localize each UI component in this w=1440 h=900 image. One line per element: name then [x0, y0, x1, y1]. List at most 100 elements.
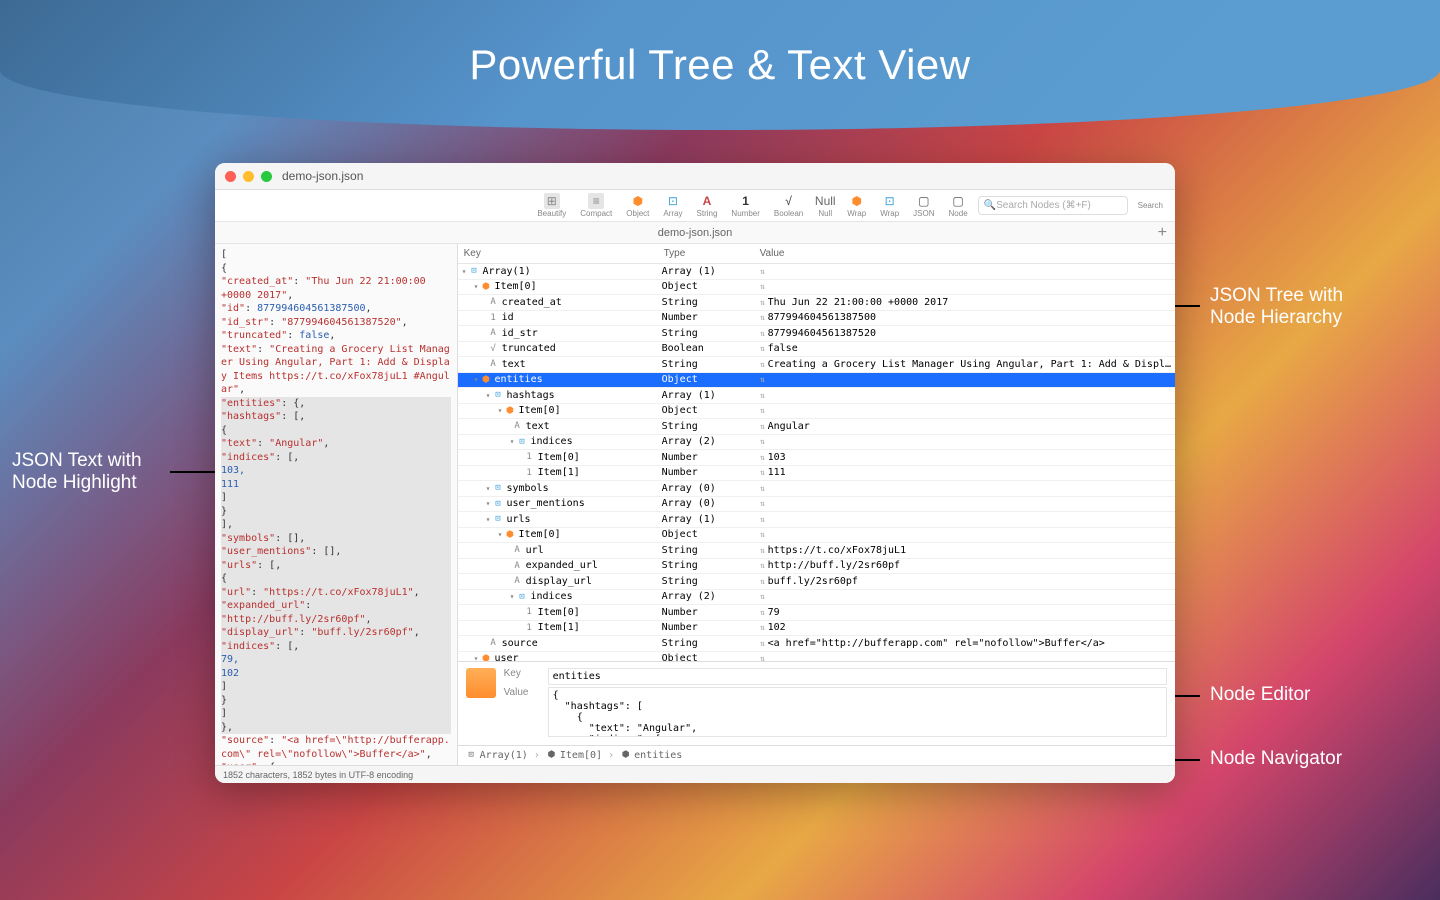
tree-row[interactable]: ▾⊡urlsArray (1)⇅	[458, 512, 1175, 528]
type-stepper[interactable]: ⇅	[758, 453, 768, 462]
path-segment[interactable]: Array(1)	[480, 750, 528, 761]
type-stepper[interactable]: ⇅	[758, 329, 768, 338]
type-stepper[interactable]: ⇅	[758, 375, 768, 384]
type-stepper[interactable]: ⇅	[758, 437, 768, 446]
tool-object[interactable]: ⬢Object	[622, 193, 653, 218]
disclosure-icon[interactable]: ▾	[486, 499, 491, 508]
tree-row[interactable]: 1Item[0]Number⇅103	[458, 450, 1175, 466]
disclosure-icon[interactable]: ▾	[474, 654, 479, 661]
type-stepper[interactable]: ⇅	[758, 391, 768, 400]
type-stepper[interactable]: ⇅	[758, 577, 768, 586]
disclosure-icon[interactable]: ▾	[510, 437, 515, 446]
type-stepper[interactable]: ⇅	[758, 282, 768, 291]
minimize-button[interactable]	[243, 171, 254, 182]
type-stepper[interactable]: ⇅	[758, 484, 768, 493]
tree-row[interactable]: ▾⊡indicesArray (2)⇅	[458, 590, 1175, 606]
array-icon: ⊡	[665, 193, 681, 209]
type-stepper[interactable]: ⇅	[758, 623, 768, 632]
type-stepper[interactable]: ⇅	[758, 592, 768, 601]
path-segment[interactable]: Item[0]	[560, 750, 602, 761]
disclosure-icon[interactable]: ▾	[498, 406, 503, 415]
close-button[interactable]	[225, 171, 236, 182]
disclosure-icon[interactable]: ▾	[486, 484, 491, 493]
disclosure-icon[interactable]: ▾	[474, 375, 479, 384]
tool-beautify[interactable]: ⊞Beautify	[533, 193, 570, 218]
column-header-value[interactable]: Value	[760, 248, 1169, 259]
tree-row[interactable]: 1Item[1]Number⇅102	[458, 621, 1175, 637]
disclosure-icon[interactable]: ▾	[486, 515, 491, 524]
arr-icon: ⊡	[466, 750, 477, 760]
banner: Powerful Tree & Text View	[0, 0, 1440, 130]
tree-row[interactable]: Aexpanded_urlString⇅http://buff.ly/2sr60…	[458, 559, 1175, 575]
tab-file[interactable]: demo-json.json	[646, 224, 745, 242]
tool-compact[interactable]: ≡Compact	[576, 193, 616, 218]
tool-number[interactable]: 1Number	[727, 193, 763, 218]
disclosure-icon[interactable]: ▾	[510, 592, 515, 601]
json-text-pane[interactable]: [ { "created_at": "Thu Jun 22 21:00:00 +…	[215, 244, 458, 765]
type-stepper[interactable]: ⇅	[758, 344, 768, 353]
tool-wrap[interactable]: ⬢Wrap	[843, 193, 870, 218]
type-stepper[interactable]: ⇅	[758, 608, 768, 617]
node-navigator[interactable]: ⊡Array(1) › ⬢Item[0] › ⬢entities	[458, 745, 1175, 765]
tree-row[interactable]: AtextString⇅Creating a Grocery List Mana…	[458, 357, 1175, 373]
search-button[interactable]: Search	[1134, 201, 1167, 210]
add-tab-button[interactable]: +	[1158, 224, 1167, 242]
tree-row[interactable]: ▾⬢Item[0]Object⇅	[458, 404, 1175, 420]
type-stepper[interactable]: ⇅	[758, 360, 768, 369]
type-stepper[interactable]: ⇅	[758, 313, 768, 322]
editor-key-input[interactable]: entities	[548, 668, 1167, 685]
tree-row[interactable]: 1Item[1]Number⇅111	[458, 466, 1175, 482]
arr-icon: ⊡	[468, 266, 479, 276]
tree-row[interactable]: AtextString⇅Angular	[458, 419, 1175, 435]
tool-boolean[interactable]: √Boolean	[770, 193, 807, 218]
tree-row[interactable]: ▾⊡Array(1)Array (1)⇅	[458, 264, 1175, 280]
tool-node[interactable]: ▢Node	[945, 193, 972, 218]
tree-row[interactable]: ▾⬢Item[0]Object⇅	[458, 280, 1175, 296]
tree-row[interactable]: ▾⊡indicesArray (2)⇅	[458, 435, 1175, 451]
tool-string[interactable]: AString	[693, 193, 722, 218]
path-segment[interactable]: entities	[634, 750, 682, 761]
tool-null[interactable]: NullNull	[813, 193, 837, 218]
editor-value-input[interactable]: { "hashtags": [ { "text": "Angular", "in…	[548, 687, 1167, 737]
type-stepper[interactable]: ⇅	[758, 499, 768, 508]
num-icon: 1	[524, 623, 535, 633]
type-stepper[interactable]: ⇅	[758, 267, 768, 276]
tree-row[interactable]: ▾⬢Item[0]Object⇅	[458, 528, 1175, 544]
type-stepper[interactable]: ⇅	[758, 422, 768, 431]
type-stepper[interactable]: ⇅	[758, 639, 768, 648]
tree-view[interactable]: ▾⊡Array(1)Array (1)⇅▾⬢Item[0]Object⇅Acre…	[458, 264, 1175, 661]
disclosure-icon[interactable]: ▾	[462, 267, 467, 276]
tree-row[interactable]: ▾⬢entitiesObject⇅	[458, 373, 1175, 389]
type-stepper[interactable]: ⇅	[758, 530, 768, 539]
tree-row[interactable]: AsourceString⇅<a href="http://bufferapp.…	[458, 636, 1175, 652]
type-stepper[interactable]: ⇅	[758, 515, 768, 524]
tree-row[interactable]: ▾⊡user_mentionsArray (0)⇅	[458, 497, 1175, 513]
disclosure-icon[interactable]: ▾	[474, 282, 479, 291]
type-stepper[interactable]: ⇅	[758, 406, 768, 415]
tool-wrap2[interactable]: ⊡Wrap	[876, 193, 903, 218]
column-header-type[interactable]: Type	[664, 248, 760, 259]
tree-row[interactable]: √truncatedBoolean⇅false	[458, 342, 1175, 358]
maximize-button[interactable]	[261, 171, 272, 182]
tree-row[interactable]: Aid_strString⇅877994604561387520	[458, 326, 1175, 342]
tree-row[interactable]: ▾⬢userObject⇅	[458, 652, 1175, 662]
type-stepper[interactable]: ⇅	[758, 546, 768, 555]
search-input[interactable]: 🔍 Search Nodes (⌘+F)	[978, 196, 1128, 215]
tree-row[interactable]: AurlString⇅https://t.co/xFox78juL1	[458, 543, 1175, 559]
tree-row[interactable]: 1Item[0]Number⇅79	[458, 605, 1175, 621]
column-header-key[interactable]: Key	[464, 248, 664, 259]
disclosure-icon[interactable]: ▾	[486, 391, 491, 400]
tree-row[interactable]: Adisplay_urlString⇅buff.ly/2sr60pf	[458, 574, 1175, 590]
disclosure-icon[interactable]: ▾	[498, 530, 503, 539]
tool-array[interactable]: ⊡Array	[659, 193, 686, 218]
type-stepper[interactable]: ⇅	[758, 561, 768, 570]
tool-json[interactable]: ▢JSON	[909, 193, 938, 218]
tree-row[interactable]: 1idNumber⇅877994604561387500	[458, 311, 1175, 327]
type-stepper[interactable]: ⇅	[758, 468, 768, 477]
tree-row[interactable]: Acreated_atString⇅Thu Jun 22 21:00:00 +0…	[458, 295, 1175, 311]
obj-icon: ⬢	[480, 282, 491, 292]
tree-row[interactable]: ▾⊡symbolsArray (0)⇅	[458, 481, 1175, 497]
type-stepper[interactable]: ⇅	[758, 298, 768, 307]
tree-row[interactable]: ▾⊡hashtagsArray (1)⇅	[458, 388, 1175, 404]
type-stepper[interactable]: ⇅	[758, 654, 768, 661]
